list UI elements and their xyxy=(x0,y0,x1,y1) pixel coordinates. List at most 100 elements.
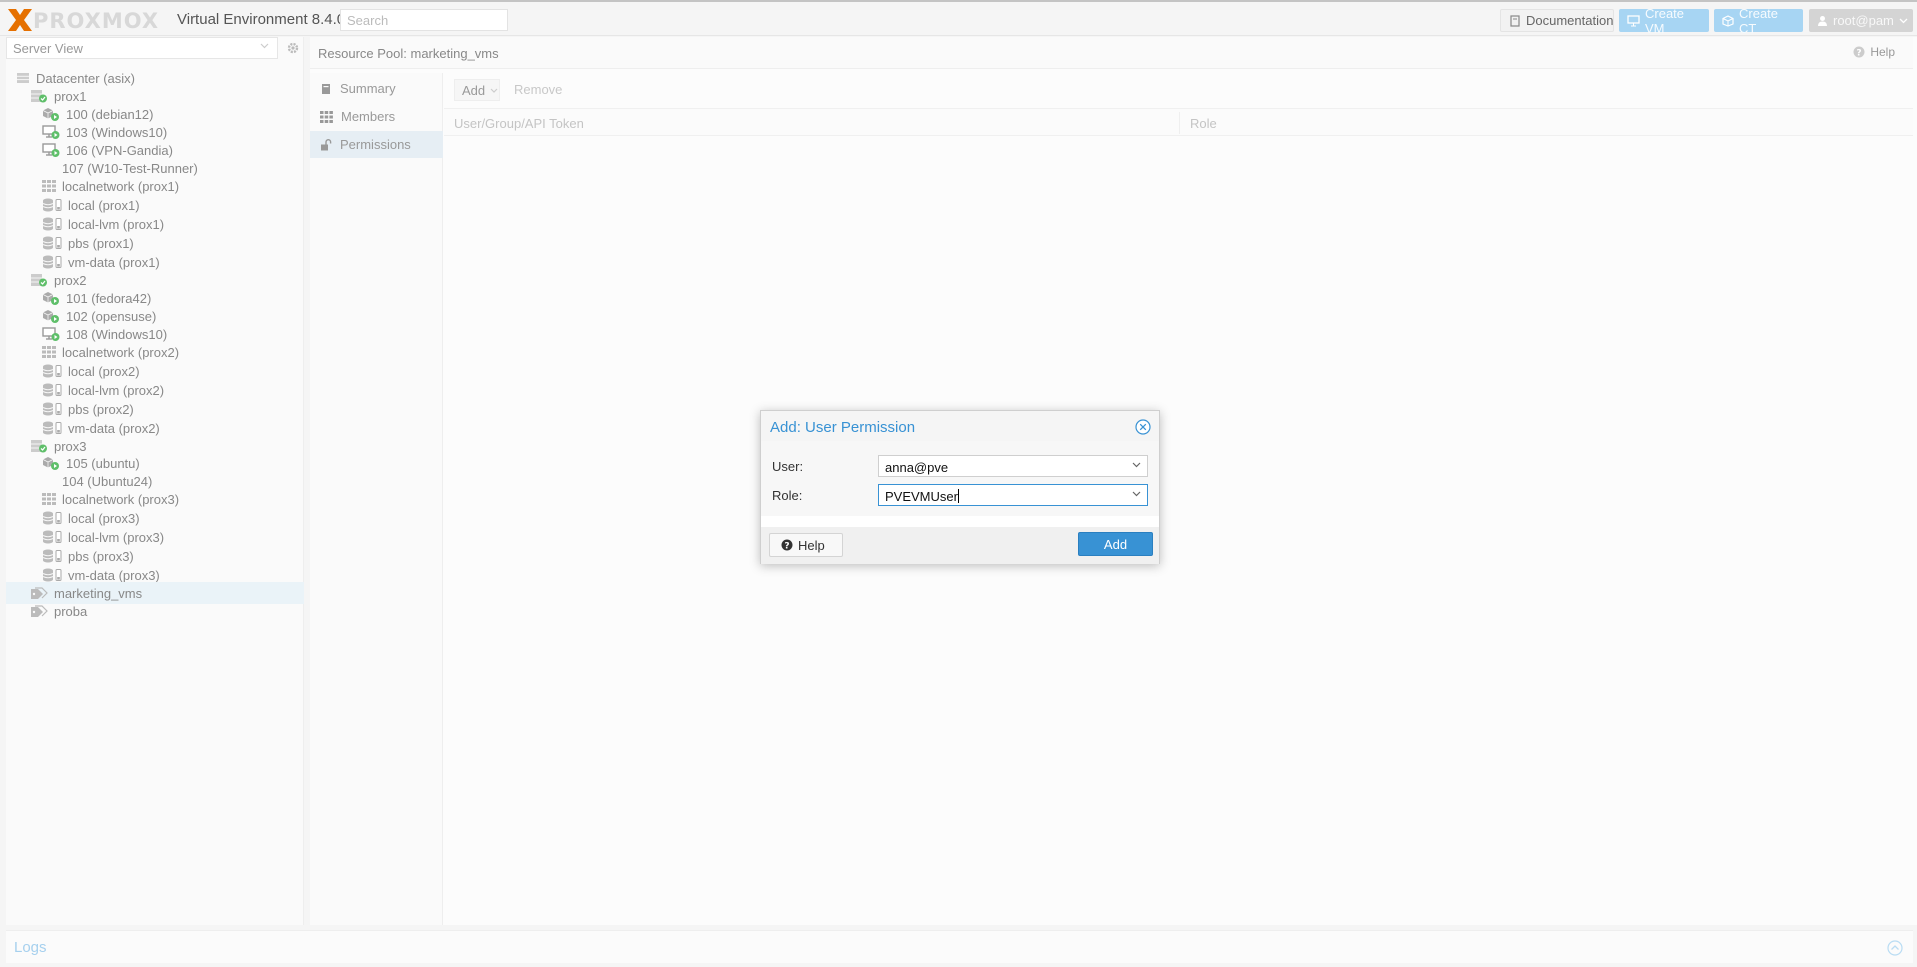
dialog-footer: ? Help Add xyxy=(761,527,1159,564)
pool-tag-icon xyxy=(30,586,48,600)
storage-icon xyxy=(42,236,62,250)
role-field-label: Role: xyxy=(772,488,803,503)
add-button[interactable]: Add xyxy=(454,79,500,101)
chevron-down-icon[interactable] xyxy=(1132,491,1141,497)
help-button[interactable]: ? Help xyxy=(1853,45,1895,59)
panel-header: Resource Pool: marketing_vms ? Help xyxy=(310,37,1913,69)
create-ct-label: Create CT xyxy=(1739,5,1779,36)
pool-submenu: Summary Members Permissions xyxy=(310,73,443,925)
tree-node-label: Datacenter (asix) xyxy=(36,70,135,86)
question-circle-icon: ? xyxy=(781,539,793,551)
dialog-body: User: anna@pve Role: PVEVMUser xyxy=(761,441,1159,516)
column-header-user[interactable]: User/Group/API Token xyxy=(454,116,584,131)
server-view-select[interactable]: Server View xyxy=(6,37,278,59)
tree-node-label: 105 (ubuntu) xyxy=(66,455,140,471)
dialog-help-button[interactable]: ? Help xyxy=(769,533,843,557)
remove-button[interactable]: Remove xyxy=(514,82,562,97)
chevron-down-icon xyxy=(490,88,498,93)
submenu-label-members: Members xyxy=(341,109,396,124)
tree-node-label: localnetwork (prox3) xyxy=(62,491,180,507)
tree-node-label: local (prox1) xyxy=(68,197,140,213)
tree-node-label: local (prox3) xyxy=(68,510,140,526)
pool-tag-icon xyxy=(30,604,48,618)
add-label: Add xyxy=(462,82,486,98)
add-user-permission-dialog: Add: User Permission User: anna@pve Role… xyxy=(760,410,1160,564)
role-field-value: PVEVMUser xyxy=(885,489,958,504)
dialog-add-button[interactable]: Add xyxy=(1078,532,1153,556)
logs-label[interactable]: Logs xyxy=(14,939,47,956)
vm-icon xyxy=(42,327,60,341)
top-bar: PROXMOX Virtual Environment 8.4.0 Search… xyxy=(0,0,1917,36)
documentation-label: Documentation xyxy=(1526,13,1614,28)
network-grid-icon xyxy=(42,346,56,358)
unlock-icon xyxy=(321,138,332,150)
submenu-label-permissions: Permissions xyxy=(340,137,411,152)
book-icon xyxy=(1510,14,1520,27)
create-vm-button[interactable]: Create VM xyxy=(1619,6,1709,36)
tree-node-label: 107 (W10-Test-Runner) xyxy=(62,160,198,176)
chevron-down-icon[interactable] xyxy=(1132,462,1141,468)
book-icon xyxy=(322,83,330,94)
tree-node-label: 108 (Windows10) xyxy=(66,326,168,342)
vm-icon xyxy=(42,125,60,139)
create-ct-button[interactable]: Create CT xyxy=(1714,6,1803,36)
container-icon xyxy=(42,456,60,470)
storage-icon xyxy=(42,383,62,397)
tree-node-label: vm-data (prox1) xyxy=(68,254,160,270)
grid-icon xyxy=(320,110,333,123)
submenu-label-summary: Summary xyxy=(340,81,396,96)
tree-node[interactable]: proba xyxy=(6,600,304,622)
storage-icon xyxy=(42,255,62,269)
user-label: root@pam xyxy=(1833,13,1894,28)
submenu-item-members[interactable]: Members xyxy=(310,103,443,130)
node-icon xyxy=(30,273,48,287)
submenu-item-summary[interactable]: Summary xyxy=(310,75,443,102)
proxmox-logo-icon: PROXMOX xyxy=(8,9,159,33)
node-icon xyxy=(30,89,48,103)
container-icon xyxy=(42,107,60,121)
expand-up-icon[interactable] xyxy=(1887,940,1903,956)
close-icon[interactable] xyxy=(1135,419,1151,435)
container-icon xyxy=(42,291,60,305)
submenu-item-permissions[interactable]: Permissions xyxy=(310,131,443,158)
question-circle-icon: ? xyxy=(1853,46,1865,58)
logs-panel: Logs xyxy=(6,930,1913,963)
page-title: Resource Pool: marketing_vms xyxy=(318,46,499,61)
tree-node-label: 100 (debian12) xyxy=(66,106,154,122)
logo-wordmark: PROXMOX xyxy=(33,9,159,33)
role-combobox[interactable]: PVEVMUser xyxy=(878,484,1148,506)
chevron-down-icon xyxy=(260,43,269,49)
documentation-button[interactable]: Documentation xyxy=(1500,9,1614,32)
proxmox-logo[interactable]: PROXMOX xyxy=(6,7,174,33)
tree-node-label: proba xyxy=(54,603,88,619)
column-header-role[interactable]: Role xyxy=(1190,116,1217,131)
resource-tree-panel: Server View Datacenter (asix) prox1 100 (d… xyxy=(6,37,304,925)
tree-node-label: 106 (VPN-Gandia) xyxy=(66,142,173,158)
tree-node-label: pbs (prox1) xyxy=(68,235,134,251)
tree-node-label: 102 (opensuse) xyxy=(66,308,157,324)
network-grid-icon xyxy=(42,493,56,505)
user-menu-button[interactable]: root@pam xyxy=(1809,9,1913,32)
user-field-row: User: anna@pve xyxy=(772,455,1152,477)
version-label: Virtual Environment 8.4.0 xyxy=(177,11,346,28)
gear-icon[interactable] xyxy=(286,41,300,55)
tree-node-label: local (prox2) xyxy=(68,363,140,379)
search-input[interactable]: Search xyxy=(340,9,508,31)
tree-node-label: pbs (prox2) xyxy=(68,401,134,417)
text-cursor xyxy=(957,489,959,503)
tree-node-label: 101 (fedora42) xyxy=(66,290,152,306)
tree-node-label: local-lvm (prox1) xyxy=(68,216,165,232)
cube-icon xyxy=(1722,14,1734,27)
user-field-label: User: xyxy=(772,459,804,474)
monitor-icon xyxy=(1627,14,1640,26)
dialog-header: Add: User Permission xyxy=(761,411,1159,441)
tree-node-label: 104 (Ubuntu24) xyxy=(62,473,153,489)
svg-text:?: ? xyxy=(784,542,789,552)
create-vm-label: Create VM xyxy=(1645,5,1685,36)
storage-icon xyxy=(42,402,62,416)
storage-icon xyxy=(42,198,62,212)
user-combobox[interactable]: anna@pve xyxy=(878,455,1148,477)
tree-node-label: localnetwork (prox2) xyxy=(62,344,180,360)
user-field-value: anna@pve xyxy=(885,460,949,475)
permissions-grid-header: User/Group/API Token Role xyxy=(444,108,1913,136)
